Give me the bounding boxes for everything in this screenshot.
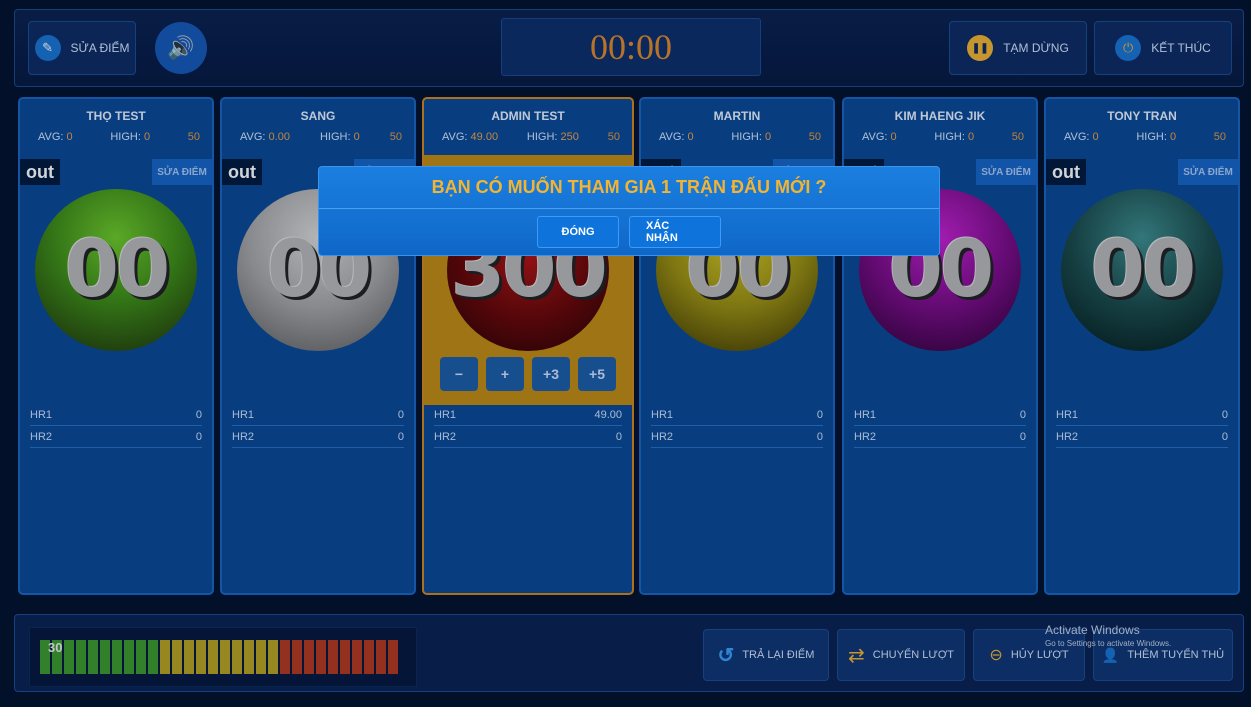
app: ✎ SỬA ĐIỂM 🔊 00:00 ❚❚ TẠM DỪNG ⏻ KẾT THÚ… bbox=[0, 0, 1251, 707]
modal-backdrop bbox=[0, 0, 1251, 707]
close-button[interactable]: ĐÓNG bbox=[537, 216, 619, 248]
new-match-dialog: BẠN CÓ MUỐN THAM GIA 1 TRẬN ĐẤU MỚI ? ĐÓ… bbox=[318, 166, 940, 256]
confirm-button[interactable]: XÁC NHẬN bbox=[629, 216, 721, 248]
dialog-title: BẠN CÓ MUỐN THAM GIA 1 TRẬN ĐẤU MỚI ? bbox=[319, 167, 939, 209]
dialog-actions: ĐÓNG XÁC NHẬN bbox=[319, 216, 939, 248]
